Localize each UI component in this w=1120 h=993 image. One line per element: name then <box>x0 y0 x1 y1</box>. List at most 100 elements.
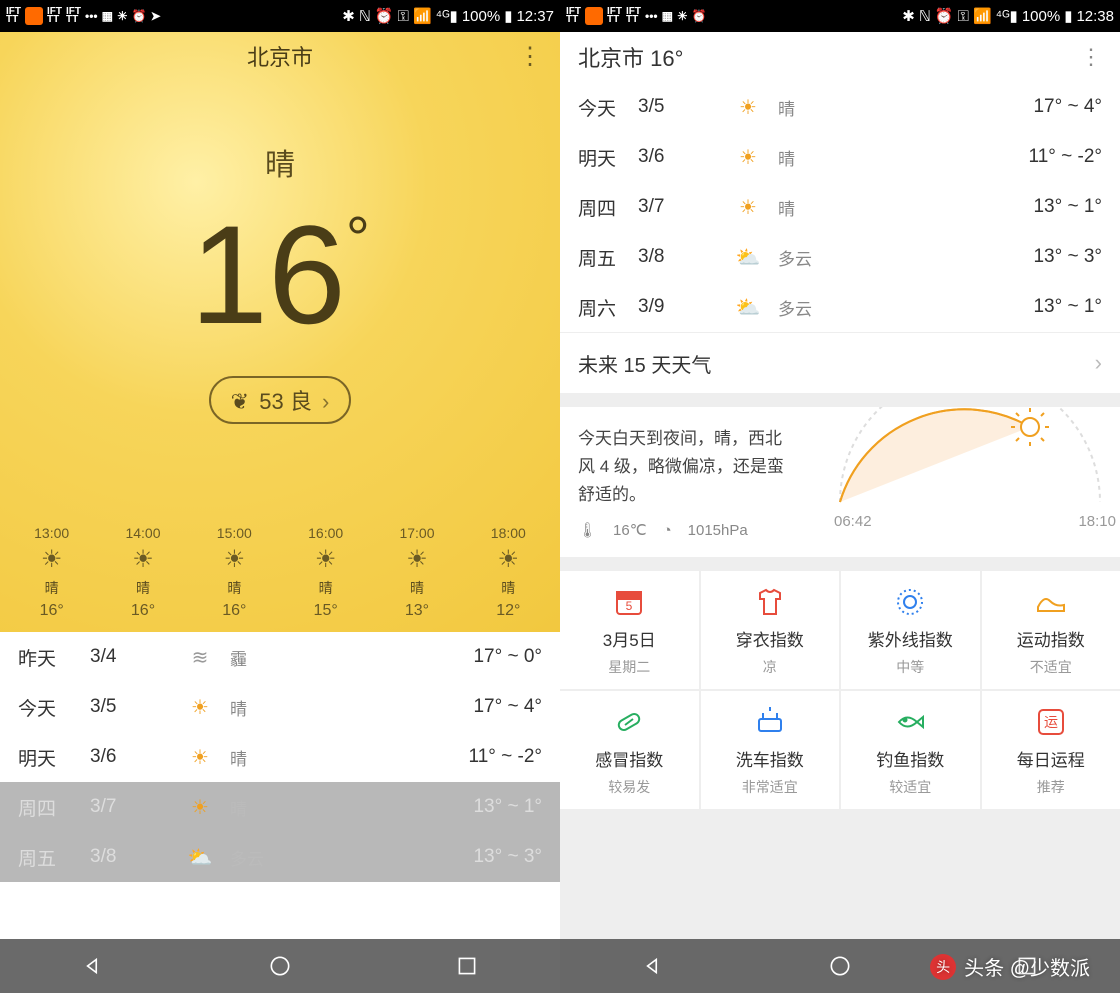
hourly-item[interactable]: 16:00 ☀ 晴 15° <box>308 525 343 620</box>
day-cond: 多云 <box>778 245 848 270</box>
nav-recent-icon[interactable] <box>454 953 480 979</box>
index-icon <box>1034 584 1068 620</box>
index-title: 运动指数 <box>1017 626 1085 651</box>
daily-row[interactable]: 昨天 3/4 ≋ 霾 17° ~ 0° <box>0 632 560 682</box>
today-summary-card: 今天白天到夜间，晴，西北风 4 级，略微偏凉，还是蛮舒适的。 🌡16℃ ◔101… <box>560 407 1120 557</box>
day-range: 17° ~ 4° <box>1033 96 1102 118</box>
right-phone-screen: IFTTT IFTTT IFTTT ••• ▦ ☀ ⏰ ✱ ℕ ⏰ ⚿ 📶 ⁴ᴳ… <box>560 0 1120 993</box>
life-index-item[interactable]: 紫外线指数 中等 <box>841 571 980 689</box>
daily-forecast-right[interactable]: 今天 3/5 ☀ 晴 17° ~ 4°明天 3/6 ☀ 晴 11° ~ -2°周… <box>560 82 1120 332</box>
hourly-item[interactable]: 15:00 ☀ 晴 16° <box>217 525 252 620</box>
day-date: 3/8 <box>638 246 698 268</box>
daily-row[interactable]: 周五 3/8 ⛅ 多云 13° ~ 3° <box>0 832 560 882</box>
alarm-icon: ⏰ <box>375 7 394 25</box>
nav-home-icon[interactable] <box>267 953 293 979</box>
cloudy-icon: ⛅ <box>736 295 761 320</box>
sun-icon: ☀ <box>191 795 209 820</box>
nav-home-icon[interactable] <box>827 953 853 979</box>
index-icon <box>753 584 787 620</box>
status-bar: IFTTT IFTTT IFTTT ••• ▦ ☀ ⏰ ➤ ✱ ℕ ⏰ ⚿ 📶 … <box>0 0 560 32</box>
hourly-forecast[interactable]: 13:00 ☀ 晴 16°14:00 ☀ 晴 16°15:00 ☀ 晴 16°1… <box>0 525 560 620</box>
hourly-item[interactable]: 13:00 ☀ 晴 16° <box>34 525 69 620</box>
life-index-item[interactable]: 钓鱼指数 较适宜 <box>841 691 980 809</box>
app-icon <box>25 7 43 25</box>
image-icon: ▦ <box>662 9 673 23</box>
life-index-item[interactable]: 运 每日运程 推荐 <box>982 691 1120 809</box>
watermark: 头 头条 @少数派 <box>930 952 1090 981</box>
toutiao-logo-icon: 头 <box>930 954 956 980</box>
sun-icon: ☀ <box>406 545 428 574</box>
day-cond: 多云 <box>230 845 300 870</box>
aqi-value: 53 <box>259 389 283 414</box>
hourly-item[interactable]: 14:00 ☀ 晴 16° <box>125 525 160 620</box>
day-range: 13° ~ 1° <box>1033 196 1102 218</box>
pressure-value: 1015hPa <box>688 522 748 539</box>
battery-pct: 100% <box>1022 8 1060 25</box>
aqi-label: 良 <box>290 389 312 414</box>
daily-row[interactable]: 周四 3/7 ☀ 晴 13° ~ 1° <box>560 182 1120 232</box>
life-index-item[interactable]: 穿衣指数 凉 <box>701 571 840 689</box>
day-cond: 晴 <box>230 695 300 720</box>
life-index-item[interactable]: 感冒指数 较易发 <box>560 691 699 809</box>
life-index-item[interactable]: 运动指数 不适宜 <box>982 571 1120 689</box>
index-title: 感冒指数 <box>595 746 663 771</box>
day-cond: 晴 <box>230 745 300 770</box>
daily-forecast-left[interactable]: 昨天 3/4 ≋ 霾 17° ~ 0°今天 3/5 ☀ 晴 17° ~ 4°明天… <box>0 632 560 882</box>
day-date: 3/9 <box>638 296 698 318</box>
sun-icon: ☀ <box>739 95 757 120</box>
nav-back-icon[interactable] <box>640 953 666 979</box>
hour-temp: 16° <box>222 602 246 620</box>
ifttt-icon: IFTTT <box>607 8 622 24</box>
index-icon <box>753 704 787 740</box>
day-date: 3/5 <box>90 696 150 718</box>
svg-text:5: 5 <box>626 599 633 613</box>
ifttt-icon: IFTTT <box>6 8 21 24</box>
hour-cond: 晴 <box>410 578 424 598</box>
day-date: 3/7 <box>638 196 698 218</box>
life-indices-grid: 5 3月5日 星期二 穿衣指数 凉 紫外线指数 中等 运动指数 不适宜 感冒指数… <box>560 571 1120 809</box>
day-range: 17° ~ 0° <box>473 646 542 668</box>
day-range: 11° ~ -2° <box>469 746 542 768</box>
chevron-right-icon: › <box>1095 350 1102 376</box>
index-title: 紫外线指数 <box>868 626 953 651</box>
index-title: 穿衣指数 <box>736 626 804 651</box>
nav-back-icon[interactable] <box>80 953 106 979</box>
alarm-icon: ⏰ <box>692 9 707 23</box>
daily-row[interactable]: 今天 3/5 ☀ 晴 17° ~ 4° <box>0 682 560 732</box>
more-menu-icon[interactable]: ⋮ <box>1080 44 1102 70</box>
cloudy-icon: ⛅ <box>736 245 761 270</box>
daily-row[interactable]: 周四 3/7 ☀ 晴 13° ~ 1° <box>0 782 560 832</box>
city-title[interactable]: 北京市 <box>247 40 313 72</box>
nfc-icon: ℕ <box>919 7 931 25</box>
daily-row[interactable]: 今天 3/5 ☀ 晴 17° ~ 4° <box>560 82 1120 132</box>
index-title: 洗车指数 <box>736 746 804 771</box>
header-city-temp[interactable]: 北京市 16° ⋮ <box>560 32 1120 82</box>
sun-icon: ☀ <box>224 545 246 574</box>
daily-row[interactable]: 周六 3/9 ⛅ 多云 13° ~ 1° <box>560 282 1120 332</box>
daily-row[interactable]: 明天 3/6 ☀ 晴 11° ~ -2° <box>0 732 560 782</box>
thermometer-icon: 🌡 <box>578 521 597 539</box>
hour-temp: 16° <box>131 602 155 620</box>
aqi-badge[interactable]: ❦ 53 良 › <box>209 376 352 424</box>
hour-cond: 晴 <box>227 578 241 598</box>
index-subtitle: 星期二 <box>608 657 650 677</box>
day-cond: 霾 <box>230 645 300 670</box>
daily-row[interactable]: 周五 3/8 ⛅ 多云 13° ~ 3° <box>560 232 1120 282</box>
daily-row[interactable]: 明天 3/6 ☀ 晴 11° ~ -2° <box>560 132 1120 182</box>
signal-icon: ⁴ᴳ▮ <box>996 7 1018 25</box>
ifttt-icon: IFTTT <box>66 8 81 24</box>
sunset-time: 18:10 <box>1078 513 1116 530</box>
life-index-item[interactable]: 洗车指数 非常适宜 <box>701 691 840 809</box>
current-weather-hero: 北京市 ⋮ 晴 16° ❦ 53 良 › 13:00 ☀ 晴 16° 14:00 … <box>0 32 560 632</box>
wifi-icon: 📶 <box>413 7 432 25</box>
future-15-day-link[interactable]: 未来 15 天天气 › <box>560 333 1120 393</box>
temp-now: 16℃ <box>613 521 647 539</box>
hour-temp: 13° <box>405 602 429 620</box>
hour-temp: 16° <box>40 602 64 620</box>
hour-temp: 12° <box>496 602 520 620</box>
index-subtitle: 不适宜 <box>1030 657 1072 677</box>
hourly-item[interactable]: 18:00 ☀ 晴 12° <box>491 525 526 620</box>
life-index-item[interactable]: 5 3月5日 星期二 <box>560 571 699 689</box>
hourly-item[interactable]: 17:00 ☀ 晴 13° <box>399 525 434 620</box>
more-menu-icon[interactable]: ⋮ <box>518 42 542 71</box>
